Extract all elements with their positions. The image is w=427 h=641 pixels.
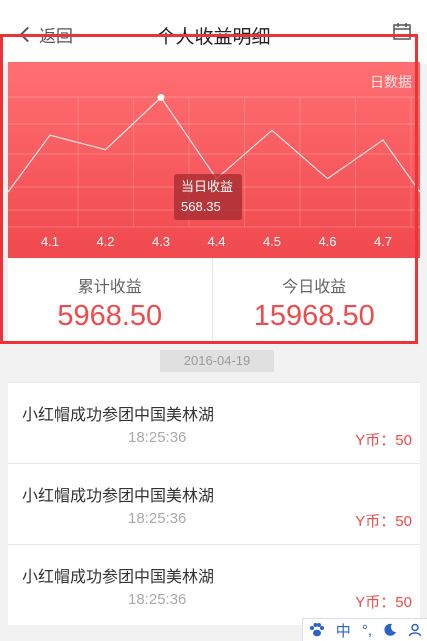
chart-tooltip: 当日收益 568.35: [174, 174, 242, 220]
x-tick-label: 4.2: [96, 234, 114, 249]
income-stats: 累计收益 5968.50 今日收益 15968.50: [8, 258, 416, 342]
x-tick-label: 4.7: [374, 234, 392, 249]
total-income-value: 5968.50: [57, 300, 163, 332]
today-income-value: 15968.50: [253, 300, 375, 332]
tooltip-value: 568.35: [181, 199, 221, 214]
user-icon[interactable]: [408, 623, 422, 637]
calendar-icon[interactable]: [393, 22, 411, 40]
total-income: 累计收益 5968.50: [8, 258, 212, 342]
record-amount: Y币：50: [355, 432, 412, 449]
moon-icon[interactable]: [383, 623, 397, 637]
ime-language[interactable]: 中: [336, 620, 351, 641]
x-tick-label: 4.1: [41, 234, 59, 249]
record-amount: Y币：50: [355, 513, 412, 530]
x-tick-label: 4.5: [263, 234, 281, 249]
line-chart: 4.1 4.2 4.3 4.4 4.5 4.6 4.7: [8, 93, 420, 249]
nav-bar: 返回 个人收益明细: [0, 0, 427, 64]
today-income-label: 今日收益: [282, 279, 347, 296]
list-item[interactable]: 小红帽成功参团中国美林湖 18:25:36 Y币：50: [8, 544, 420, 625]
list-item[interactable]: 小红帽成功参团中国美林湖 18:25:36 Y币：50: [8, 463, 420, 544]
record-time: 18:25:36: [128, 510, 187, 527]
x-tick-label: 4.4: [207, 234, 225, 249]
record-time: 18:25:36: [128, 429, 187, 446]
ime-toolbar: 中 °,: [302, 618, 427, 641]
date-chip: 2016-04-19: [160, 350, 274, 372]
ime-punctuation[interactable]: °,: [362, 622, 372, 639]
page-title: 个人收益明细: [156, 27, 271, 48]
record-title: 小红帽成功参团中国美林湖: [22, 488, 215, 505]
tooltip-title: 当日收益: [181, 179, 234, 194]
paw-icon[interactable]: [309, 623, 325, 637]
record-list: 小红帽成功参团中国美林湖 18:25:36 Y币：50 小红帽成功参团中国美林湖…: [8, 382, 420, 625]
record-title: 小红帽成功参团中国美林湖: [22, 407, 215, 424]
x-tick-label: 4.6: [318, 234, 336, 249]
x-tick-label: 4.3: [152, 234, 170, 249]
list-item[interactable]: 小红帽成功参团中国美林湖 18:25:36 Y币：50: [8, 382, 420, 463]
total-income-label: 累计收益: [77, 279, 142, 296]
record-title: 小红帽成功参团中国美林湖: [22, 569, 215, 586]
today-income: 今日收益 15968.50: [211, 258, 417, 342]
record-amount: Y币：50: [355, 594, 412, 611]
record-time: 18:25:36: [128, 591, 187, 608]
income-chart: 日数据 4.1 4.2 4.3 4.4 4.5 4.6 4.7 当日收益 568.35: [8, 62, 420, 258]
data-point-highlight[interactable]: [157, 93, 165, 101]
